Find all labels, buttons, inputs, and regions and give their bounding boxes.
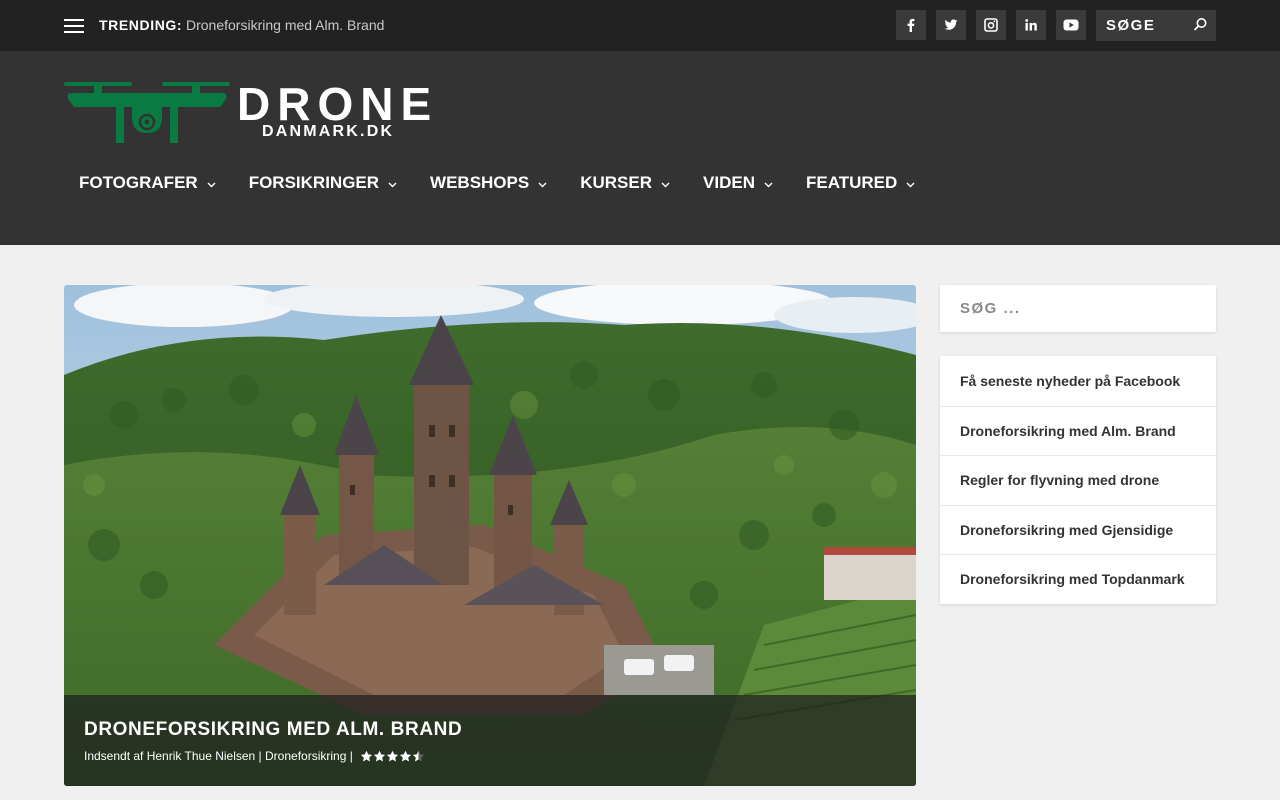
- instagram-icon[interactable]: [976, 10, 1006, 40]
- search-icon[interactable]: [1193, 17, 1208, 37]
- star-icon: [413, 750, 425, 761]
- chevron-down-icon: [661, 173, 670, 193]
- nav-label: KURSER: [580, 173, 653, 192]
- star-icon: [400, 750, 412, 761]
- rating-stars: [360, 750, 425, 763]
- meta-separator: |: [255, 749, 266, 763]
- nav-label: FEATURED: [805, 173, 898, 192]
- sidebar-post-link[interactable]: Få seneste nyheder på Facebook: [940, 356, 1216, 406]
- star-icon: [374, 750, 386, 761]
- top-search: [1096, 10, 1216, 41]
- chevron-down-icon: [388, 173, 397, 193]
- nav-item-viden[interactable]: VIDEN: [688, 172, 788, 194]
- chevron-down-icon: [906, 173, 915, 193]
- nav-item-forsikringer[interactable]: FORSIKRINGER: [234, 172, 412, 194]
- sidebar-search-input[interactable]: [940, 285, 1216, 332]
- sidebar-post-link[interactable]: Droneforsikring med Gjensidige: [940, 504, 1216, 555]
- sidebar-post-link[interactable]: Droneforsikring med Topdanmark: [940, 554, 1216, 604]
- meta-separator: |: [346, 749, 357, 763]
- nav-item-featured[interactable]: FEATURED: [791, 172, 930, 194]
- chevron-down-icon: [764, 173, 773, 193]
- author-link[interactable]: Henrik Thue Nielsen: [147, 749, 256, 763]
- site-header: DRONE DANMARK.DK FOTOGRAFER FORSIKRINGER…: [0, 51, 1280, 245]
- top-bar: TRENDING: Droneforsikring med Alm. Brand: [0, 0, 1280, 51]
- nav-item-fotografer[interactable]: FOTOGRAFER: [64, 172, 231, 194]
- sidebar-search: [940, 285, 1216, 332]
- star-icon: [387, 750, 399, 761]
- nav-label: VIDEN: [703, 173, 755, 192]
- logo-subtitle: DANMARK.DK: [262, 123, 395, 140]
- star-icon: [361, 750, 373, 761]
- nav-label: FOTOGRAFER: [79, 173, 198, 192]
- featured-caption: DRONEFORSIKRING MED ALM. BRAND Indsendt …: [64, 695, 916, 786]
- top-search-input[interactable]: [1096, 10, 1188, 41]
- chevron-down-icon: [538, 173, 547, 193]
- meta-prefix: Indsendt af: [84, 749, 147, 763]
- featured-title[interactable]: DRONEFORSIKRING MED ALM. BRAND: [84, 719, 462, 741]
- nav-item-webshops[interactable]: WEBSHOPS: [415, 172, 562, 194]
- nav-label: WEBSHOPS: [430, 173, 530, 192]
- sidebar-post-link[interactable]: Regler for flyvning med drone: [940, 455, 1216, 505]
- hamburger-menu-icon[interactable]: [64, 18, 84, 34]
- youtube-icon[interactable]: [1056, 10, 1086, 40]
- nav-item-kurser[interactable]: KURSER: [565, 172, 685, 194]
- chevron-down-icon: [207, 173, 216, 193]
- facebook-icon[interactable]: [896, 10, 926, 40]
- sidebar-recent-posts: Få seneste nyheder på Facebook Dronefors…: [940, 356, 1216, 604]
- drone-logo-icon: [64, 82, 230, 143]
- main-nav: FOTOGRAFER FORSIKRINGER WEBSHOPS KURSER …: [64, 172, 933, 194]
- twitter-icon[interactable]: [936, 10, 966, 40]
- nav-label: FORSIKRINGER: [248, 173, 380, 192]
- featured-post[interactable]: DRONEFORSIKRING MED ALM. BRAND Indsendt …: [64, 285, 916, 786]
- trending-label: TRENDING:: [99, 17, 183, 33]
- linkedin-icon[interactable]: [1016, 10, 1046, 40]
- logo-wordmark: DRONE: [237, 78, 439, 130]
- trending-link[interactable]: Droneforsikring med Alm. Brand: [186, 17, 384, 33]
- featured-meta: Indsendt af Henrik Thue Nielsen | Dronef…: [84, 749, 425, 763]
- site-logo[interactable]: DRONE DANMARK.DK: [64, 79, 444, 149]
- category-link[interactable]: Droneforsikring: [265, 749, 346, 763]
- sidebar-post-link[interactable]: Droneforsikring med Alm. Brand: [940, 405, 1216, 456]
